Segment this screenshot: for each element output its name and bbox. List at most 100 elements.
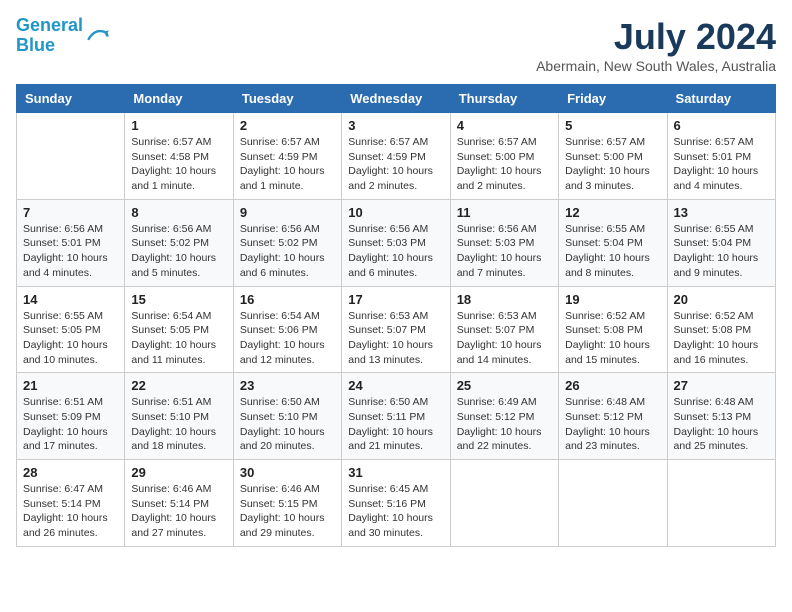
day-number: 6 [674, 118, 769, 133]
day-number: 17 [348, 292, 443, 307]
day-info: Sunrise: 6:53 AM Sunset: 5:07 PM Dayligh… [457, 309, 552, 368]
calendar-day-cell: 10Sunrise: 6:56 AM Sunset: 5:03 PM Dayli… [342, 199, 450, 286]
calendar-day-cell: 3 Sunrise: 6:57 AM Sunset: 4:59 PM Daylig… [342, 113, 450, 200]
day-number: 30 [240, 465, 335, 480]
day-info: Sunrise: 6:57 AM Sunset: 5:00 PM Dayligh… [457, 135, 552, 194]
day-number: 13 [674, 205, 769, 220]
calendar-day-cell: 29 Sunrise: 6:46 AM Sunset: 5:14 PM Dayli… [125, 460, 233, 547]
day-number: 11 [457, 205, 552, 220]
day-of-week-header: Saturday [667, 85, 775, 113]
day-of-week-header: Monday [125, 85, 233, 113]
calendar-day-cell: 22 Sunrise: 6:51 AM Sunset: 5:10 PM Dayli… [125, 373, 233, 460]
day-info: Sunrise: 6:57 AM Sunset: 4:59 PM Dayligh… [348, 135, 443, 194]
day-info: Sunrise: 6:46 AM Sunset: 5:14 PM Dayligh… [131, 482, 226, 541]
day-number: 24 [348, 378, 443, 393]
day-number: 12 [565, 205, 660, 220]
day-info: Sunrise: 6:56 AM Sunset: 5:01 PM Dayligh… [23, 222, 118, 281]
location: Abermain, New South Wales, Australia [536, 58, 776, 74]
day-number: 20 [674, 292, 769, 307]
calendar-day-cell [667, 460, 775, 547]
day-info: Sunrise: 6:51 AM Sunset: 5:09 PM Dayligh… [23, 395, 118, 454]
calendar-day-cell: 26Sunrise: 6:48 AM Sunset: 5:12 PM Dayli… [559, 373, 667, 460]
day-number: 16 [240, 292, 335, 307]
day-number: 27 [674, 378, 769, 393]
day-of-week-header: Wednesday [342, 85, 450, 113]
day-info: Sunrise: 6:50 AM Sunset: 5:11 PM Dayligh… [348, 395, 443, 454]
day-of-week-header: Friday [559, 85, 667, 113]
day-info: Sunrise: 6:54 AM Sunset: 5:06 PM Dayligh… [240, 309, 335, 368]
calendar-day-cell [17, 113, 125, 200]
day-number: 25 [457, 378, 552, 393]
calendar-day-cell: 28 Sunrise: 6:47 AM Sunset: 5:14 PM Dayli… [17, 460, 125, 547]
day-info: Sunrise: 6:55 AM Sunset: 5:05 PM Dayligh… [23, 309, 118, 368]
calendar-day-cell: 13Sunrise: 6:55 AM Sunset: 5:04 PM Dayli… [667, 199, 775, 286]
day-info: Sunrise: 6:57 AM Sunset: 5:00 PM Dayligh… [565, 135, 660, 194]
day-number: 4 [457, 118, 552, 133]
day-number: 29 [131, 465, 226, 480]
day-info: Sunrise: 6:56 AM Sunset: 5:02 PM Dayligh… [240, 222, 335, 281]
day-of-week-header: Thursday [450, 85, 558, 113]
day-number: 14 [23, 292, 118, 307]
calendar-day-cell: 23Sunrise: 6:50 AM Sunset: 5:10 PM Dayli… [233, 373, 341, 460]
day-number: 15 [131, 292, 226, 307]
month-title: July 2024 [536, 16, 776, 58]
calendar-day-cell: 24 Sunrise: 6:50 AM Sunset: 5:11 PM Dayli… [342, 373, 450, 460]
day-info: Sunrise: 6:56 AM Sunset: 5:02 PM Dayligh… [131, 222, 226, 281]
day-number: 3 [348, 118, 443, 133]
day-number: 31 [348, 465, 443, 480]
day-number: 22 [131, 378, 226, 393]
day-info: Sunrise: 6:48 AM Sunset: 5:12 PM Dayligh… [565, 395, 660, 454]
calendar-day-cell: 16 Sunrise: 6:54 AM Sunset: 5:06 PM Dayli… [233, 286, 341, 373]
calendar-day-cell: 31 Sunrise: 6:45 AM Sunset: 5:16 PM Dayli… [342, 460, 450, 547]
day-number: 28 [23, 465, 118, 480]
day-number: 19 [565, 292, 660, 307]
calendar-table: SundayMondayTuesdayWednesdayThursdayFrid… [16, 84, 776, 547]
calendar-day-cell: 17 Sunrise: 6:53 AM Sunset: 5:07 PM Dayli… [342, 286, 450, 373]
day-number: 9 [240, 205, 335, 220]
day-number: 18 [457, 292, 552, 307]
calendar-day-cell: 4 Sunrise: 6:57 AM Sunset: 5:00 PM Daylig… [450, 113, 558, 200]
day-number: 7 [23, 205, 118, 220]
calendar-day-cell: 30 Sunrise: 6:46 AM Sunset: 5:15 PM Dayli… [233, 460, 341, 547]
day-number: 8 [131, 205, 226, 220]
day-info: Sunrise: 6:47 AM Sunset: 5:14 PM Dayligh… [23, 482, 118, 541]
calendar-day-cell: 1 Sunrise: 6:57 AM Sunset: 4:58 PM Daylig… [125, 113, 233, 200]
calendar-day-cell: 8 Sunrise: 6:56 AM Sunset: 5:02 PM Daylig… [125, 199, 233, 286]
day-info: Sunrise: 6:57 AM Sunset: 5:01 PM Dayligh… [674, 135, 769, 194]
calendar-day-cell [559, 460, 667, 547]
calendar-day-cell: 27 Sunrise: 6:48 AM Sunset: 5:13 PM Dayli… [667, 373, 775, 460]
day-info: Sunrise: 6:46 AM Sunset: 5:15 PM Dayligh… [240, 482, 335, 541]
calendar-day-cell: 20 Sunrise: 6:52 AM Sunset: 5:08 PM Dayli… [667, 286, 775, 373]
calendar-day-cell: 15Sunrise: 6:54 AM Sunset: 5:05 PM Dayli… [125, 286, 233, 373]
logo: GeneralBlue [16, 16, 109, 56]
day-info: Sunrise: 6:57 AM Sunset: 4:58 PM Dayligh… [131, 135, 226, 194]
calendar-day-cell [450, 460, 558, 547]
day-info: Sunrise: 6:49 AM Sunset: 5:12 PM Dayligh… [457, 395, 552, 454]
logo-text: GeneralBlue [16, 16, 83, 56]
calendar-week-row: 21 Sunrise: 6:51 AM Sunset: 5:09 PM Dayli… [17, 373, 776, 460]
day-info: Sunrise: 6:53 AM Sunset: 5:07 PM Dayligh… [348, 309, 443, 368]
day-info: Sunrise: 6:56 AM Sunset: 5:03 PM Dayligh… [457, 222, 552, 281]
day-number: 21 [23, 378, 118, 393]
day-number: 5 [565, 118, 660, 133]
day-info: Sunrise: 6:55 AM Sunset: 5:04 PM Dayligh… [565, 222, 660, 281]
day-info: Sunrise: 6:56 AM Sunset: 5:03 PM Dayligh… [348, 222, 443, 281]
day-number: 23 [240, 378, 335, 393]
calendar-week-row: 14 Sunrise: 6:55 AM Sunset: 5:05 PM Dayli… [17, 286, 776, 373]
logo-icon [85, 25, 109, 45]
calendar-day-cell: 2Sunrise: 6:57 AM Sunset: 4:59 PM Daylig… [233, 113, 341, 200]
day-info: Sunrise: 6:51 AM Sunset: 5:10 PM Dayligh… [131, 395, 226, 454]
day-info: Sunrise: 6:45 AM Sunset: 5:16 PM Dayligh… [348, 482, 443, 541]
calendar-day-cell: 21 Sunrise: 6:51 AM Sunset: 5:09 PM Dayli… [17, 373, 125, 460]
title-section: July 2024 Abermain, New South Wales, Aus… [536, 16, 776, 74]
calendar-day-cell: 11 Sunrise: 6:56 AM Sunset: 5:03 PM Dayli… [450, 199, 558, 286]
day-info: Sunrise: 6:48 AM Sunset: 5:13 PM Dayligh… [674, 395, 769, 454]
day-info: Sunrise: 6:52 AM Sunset: 5:08 PM Dayligh… [674, 309, 769, 368]
calendar-day-cell: 12 Sunrise: 6:55 AM Sunset: 5:04 PM Dayli… [559, 199, 667, 286]
calendar-week-row: 28 Sunrise: 6:47 AM Sunset: 5:14 PM Dayli… [17, 460, 776, 547]
day-number: 1 [131, 118, 226, 133]
calendar-week-row: 1 Sunrise: 6:57 AM Sunset: 4:58 PM Daylig… [17, 113, 776, 200]
calendar-day-cell: 9 Sunrise: 6:56 AM Sunset: 5:02 PM Daylig… [233, 199, 341, 286]
calendar-header-row: SundayMondayTuesdayWednesdayThursdayFrid… [17, 85, 776, 113]
calendar-day-cell: 6 Sunrise: 6:57 AM Sunset: 5:01 PM Daylig… [667, 113, 775, 200]
